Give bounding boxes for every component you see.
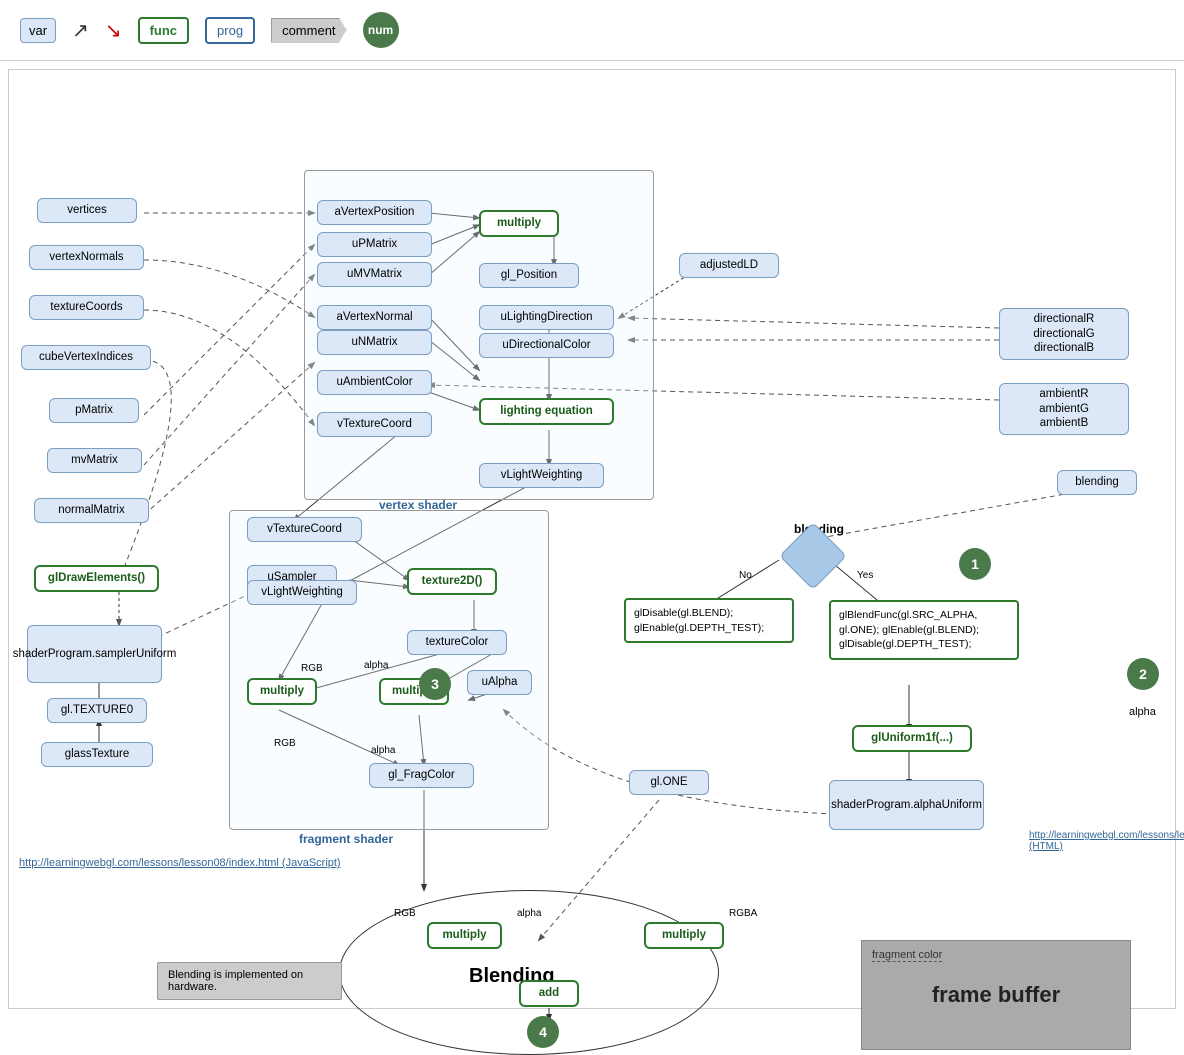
node-glONE: gl.ONE [629,770,709,795]
node-aVertexNormal: aVertexNormal [317,305,432,330]
label-rgb-1: RGB [301,663,323,674]
node-texture2D: texture2D() [407,568,497,595]
node-uPMatrix: uPMatrix [317,232,432,257]
fragment-color-label: fragment color [872,949,942,961]
node-glDisable: glDisable(gl.BLEND); glEnable(gl.DEPTH_T… [624,598,794,643]
node-glDrawElements: glDrawElements() [34,565,159,592]
node-vLightWeighting-fs: vLightWeighting [247,580,357,605]
node-multiply1: multiply [479,210,559,237]
label-alpha-1: alpha [364,660,388,671]
node-multiply4: multiply [427,922,502,949]
blend-note: Blending is implemented on hardware. [157,962,342,1000]
node-vertexNormals: vertexNormals [29,245,144,270]
node-multiply2: multiply [247,678,317,705]
link-js[interactable]: http://learningwebgl.com/lessons/lesson0… [19,855,341,869]
node-vLightWeighting-vs: vLightWeighting [479,463,604,488]
legend-comment: comment [271,18,346,43]
fragment-shader-label: fragment shader [299,832,393,846]
node-directionalRGB: directionalR directionalG directionalB [999,308,1129,360]
node-normalMatrix: normalMatrix [34,498,149,523]
node-mvMatrix: mvMatrix [47,448,142,473]
node-glUniform1f: glUniform1f(...) [852,725,972,752]
node-uLightingDirection: uLightingDirection [479,305,614,330]
node-uDirectionalColor: uDirectionalColor [479,333,614,358]
legend-arrow-red: ↘ [105,18,122,43]
link-html[interactable]: http://learningwebgl.com/lessons/lesson0… [1029,830,1174,852]
node-glTexture0: gl.TEXTURE0 [47,698,147,723]
label-alpha-blend: alpha [517,908,541,919]
node-gl_FragColor: gl_FragColor [369,763,474,788]
node-gl_Position: gl_Position [479,263,579,288]
node-num2: 2 [1127,658,1159,690]
node-ambientRGB: ambientR ambientG ambientB [999,383,1129,435]
node-uMVMatrix: uMVMatrix [317,262,432,287]
node-num3: 3 [419,668,451,700]
legend-var: var [20,18,56,43]
node-glassTexture: glassTexture [41,742,153,767]
label-rgb-2: RGB [274,738,296,749]
label-yes: Yes [857,570,873,581]
node-uNMatrix: uNMatrix [317,330,432,355]
node-adjustedLD: adjustedLD [679,253,779,278]
legend-arrow-black: ↗ [72,18,89,43]
node-add: add [519,980,579,1007]
node-shaderProgramAlpha: shaderProgram.alphaUniform [829,780,984,830]
label-no: No [739,570,752,581]
main-diagram: vertices vertexNormals textureCoords cub… [8,69,1176,1009]
node-uAlpha: uAlpha [467,670,532,695]
legend-prog: prog [205,17,255,44]
node-uAmbientColor: uAmbientColor [317,370,432,395]
legend-num: num [363,12,399,48]
node-textureColor: textureColor [407,630,507,655]
node-vTextureCoord-fs: vTextureCoord [247,517,362,542]
node-cubeVertexIndices: cubeVertexIndices [21,345,151,370]
frame-buffer-label: frame buffer [932,982,1060,1008]
node-num1: 1 [959,548,991,580]
label-alpha-2: alpha [371,745,395,756]
node-multiply5: multiply [644,922,724,949]
label-alpha-3: alpha [1129,706,1156,718]
node-glBlendFunc: glBlendFunc(gl.SRC_ALPHA, gl.ONE); glEna… [829,600,1019,660]
node-textureCoords: textureCoords [29,295,144,320]
frame-buffer: fragment color frame buffer [861,940,1131,1050]
node-lightingEquation: lighting equation [479,398,614,425]
node-shaderProgram: shaderProgram.samplerUniform [27,625,162,683]
node-vertices: vertices [37,198,137,223]
label-rgba-blend: RGBA [729,908,757,919]
node-blending-right: blending [1057,470,1137,495]
node-aVertexPosition: aVertexPosition [317,200,432,225]
legend-func: func [138,17,189,44]
node-vTextureCoord-vs: vTextureCoord [317,412,432,437]
legend-bar: var ↗ ↘ func prog comment num [0,0,1184,61]
node-pMatrix: pMatrix [49,398,139,423]
label-rgb-blend: RGB [394,908,416,919]
